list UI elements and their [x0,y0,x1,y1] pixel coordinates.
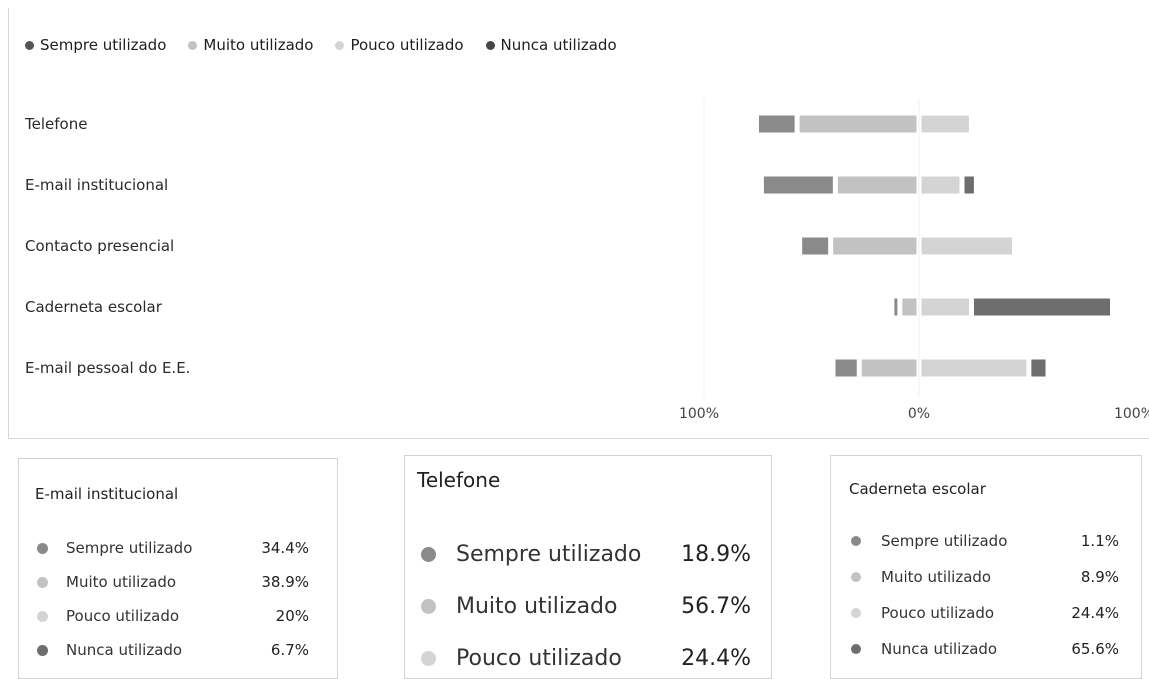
bar-sempre[interactable] [802,237,829,255]
muito-dot-icon [421,599,436,614]
category-label: Caderneta escolar [25,298,163,316]
row-value: 20% [275,607,309,625]
chart-panel: Sempre utilizado Muito utilizado Pouco u… [8,8,1149,439]
row-label: Sempre utilizado [456,542,642,567]
row-label: Muito utilizado [66,573,177,591]
row-value: 6.7% [270,641,309,659]
bar-muito[interactable] [861,359,917,377]
card-row-pouco: Pouco utilizado 20% [19,607,337,625]
bar-sempre[interactable] [894,298,898,316]
pouco-dot-icon [37,610,48,622]
row-label: Sempre utilizado [66,539,193,557]
card-row-pouco: Pouco utilizado 24.4% [831,604,1141,622]
row-value: 38.9% [261,573,309,591]
row-label: Nunca utilizado [66,641,183,659]
x-tick-label: 0% [908,406,930,422]
bar-pouco[interactable] [921,115,969,133]
card-row-sempre: Sempre utilizado 18.9% [405,542,771,567]
muito-dot-icon [851,572,861,582]
row-value: 34.4% [261,539,309,557]
tooltip-card-caderneta-escolar: Caderneta escolar Sempre utilizado 1.1% Mu… [830,455,1142,679]
bar-muito[interactable] [837,176,917,194]
bar-muito[interactable] [902,298,917,316]
bar-sempre[interactable] [763,176,833,194]
diverging-bar-chart: Telefone E-mail institucional Contacto pre… [24,98,1149,422]
nunca-dot-icon [37,644,48,656]
x-tick-label: 100% [679,406,719,422]
category-label: E-mail institucional [25,176,168,194]
sempre-dot-icon [851,536,861,546]
card-title: Telefone [417,468,501,492]
row-value: 1.1% [1080,532,1119,550]
tooltip-card-telefone: Telefone Sempre utilizado 18.9% Muito util… [404,455,772,679]
muito-dot-icon [37,576,48,588]
row-value: 8.9% [1080,568,1119,586]
row-label: Pouco utilizado [66,607,180,625]
card-row-nunca: Nunca utilizado 6.7% [19,641,337,659]
bar-nunca[interactable] [964,176,974,194]
category-label: Contacto presencial [25,237,174,255]
card-row-muito: Muito utilizado 8.9% [831,568,1141,586]
bar-pouco[interactable] [921,237,1012,255]
sempre-dot-icon [421,547,436,562]
row-value: 24.4% [1071,604,1119,622]
x-tick-label: 100% [1114,406,1149,422]
nunca-dot-icon [851,644,861,654]
row-label: Pouco utilizado [881,604,995,622]
row-label: Muito utilizado [456,594,618,619]
bar-sempre[interactable] [835,359,857,377]
row-label: Sempre utilizado [881,532,1008,550]
card-row-nunca: Nunca utilizado 65.6% [831,640,1141,658]
row-value: 18.9% [681,542,751,567]
pouco-dot-icon [421,651,436,666]
bar-muito[interactable] [799,115,917,133]
row-value: 24.4% [681,646,751,671]
card-title: E-mail institucional [35,485,179,503]
bar-pouco[interactable] [921,176,960,194]
row-label: Pouco utilizado [456,646,622,671]
sempre-dot-icon [37,542,48,554]
category-label: Telefone [24,115,87,133]
tooltip-card-email-institucional: E-mail institucional Sempre utilizado 34.… [18,458,338,679]
bar-sempre[interactable] [758,115,795,133]
row-label: Muito utilizado [881,568,992,586]
card-row-sempre: Sempre utilizado 34.4% [19,539,337,557]
bar-pouco[interactable] [921,359,1027,377]
card-row-muito: Muito utilizado 38.9% [19,573,337,591]
card-row-sempre: Sempre utilizado 1.1% [831,532,1141,550]
bar-nunca[interactable] [973,298,1110,316]
row-value: 65.6% [1071,640,1119,658]
pouco-dot-icon [851,608,861,618]
card-title: Caderneta escolar [849,480,986,498]
bar-nunca[interactable] [1031,359,1046,377]
row-value: 56.7% [681,594,751,619]
category-label: E-mail pessoal do E.E. [25,359,190,377]
row-label: Nunca utilizado [881,640,998,658]
card-row-muito: Muito utilizado 56.7% [405,594,771,619]
bar-muito[interactable] [833,237,917,255]
bar-pouco[interactable] [921,298,969,316]
card-row-pouco: Pouco utilizado 24.4% [405,646,771,671]
